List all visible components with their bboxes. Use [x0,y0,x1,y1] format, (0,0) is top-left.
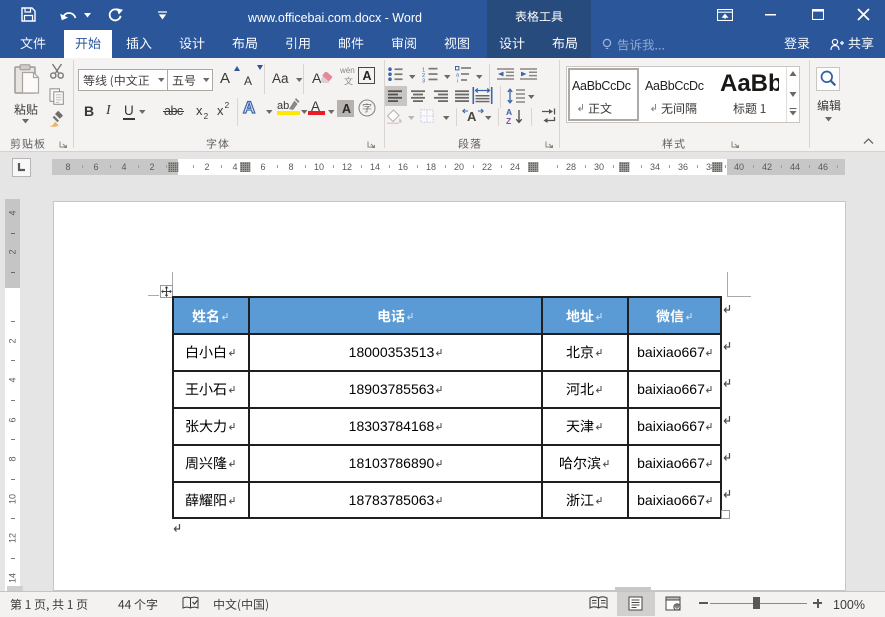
svg-text:Z: Z [506,116,511,125]
svg-text:i: i [457,78,458,83]
svg-text:3: 3 [422,79,425,84]
